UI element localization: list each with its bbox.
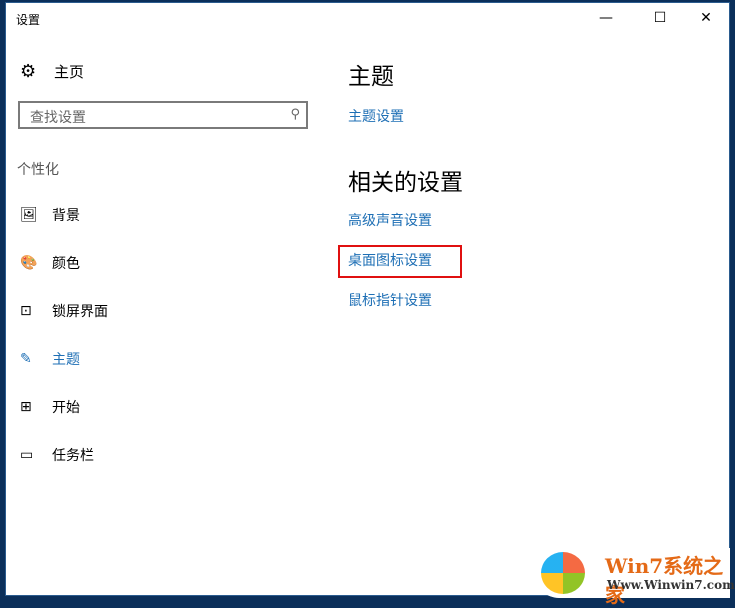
sidebar-item-lockscreen[interactable]: ⊡ 锁屏界面 <box>20 301 108 321</box>
theme-icon: ✎ <box>20 351 32 367</box>
palette-icon: 🎨 <box>20 255 38 271</box>
gear-icon: ⚙ <box>20 61 37 82</box>
settings-window: 设置 — ☐ ✕ ⚙ 主页 查找设置 ⚲ 个性化 🖼 背景 🎨 颜色 ⊡ 锁屏界面 ✎… <box>5 2 730 596</box>
section-label: 个性化 <box>17 162 59 178</box>
sidebar-home[interactable]: ⚙ 主页 <box>20 61 84 82</box>
start-icon: ⊞ <box>20 399 32 415</box>
window-title: 设置 <box>16 13 41 27</box>
close-button[interactable]: ✕ <box>683 3 729 33</box>
sidebar-item-themes[interactable]: ✎ 主题 <box>20 349 80 369</box>
page-title: 主题 <box>348 64 394 90</box>
picture-icon: 🖼 <box>20 207 38 223</box>
home-label: 主页 <box>54 63 85 81</box>
sidebar-item-label: 主题 <box>52 352 80 368</box>
related-settings-heading: 相关的设置 <box>348 170 463 196</box>
watermark-logo: Win7系统之家 Www.Winwin7.com <box>535 548 735 607</box>
taskbar-icon: ▭ <box>20 447 34 463</box>
theme-settings-link[interactable]: 主题设置 <box>348 106 404 126</box>
sidebar-item-label: 任务栏 <box>52 448 94 464</box>
sidebar-item-label: 背景 <box>52 208 80 224</box>
sidebar-item-label: 开始 <box>52 400 80 416</box>
highlight-box <box>338 245 462 278</box>
sound-settings-link[interactable]: 高级声音设置 <box>348 210 432 230</box>
sidebar-item-background[interactable]: 🖼 背景 <box>20 205 80 225</box>
sidebar-item-label: 锁屏界面 <box>52 304 108 320</box>
sidebar-item-label: 颜色 <box>52 256 80 272</box>
watermark-url: Www.Winwin7.com <box>607 578 735 592</box>
search-input[interactable]: 查找设置 ⚲ <box>18 101 308 129</box>
lockscreen-icon: ⊡ <box>20 303 32 319</box>
search-placeholder: 查找设置 <box>30 110 86 126</box>
sidebar-item-start[interactable]: ⊞ 开始 <box>20 397 80 417</box>
mouse-pointer-settings-link[interactable]: 鼠标指针设置 <box>348 290 432 310</box>
windows-logo-icon <box>541 552 585 594</box>
sidebar-item-colors[interactable]: 🎨 颜色 <box>20 253 80 273</box>
search-icon: ⚲ <box>290 107 300 122</box>
maximize-button[interactable]: ☐ <box>637 3 683 33</box>
sidebar-item-taskbar[interactable]: ▭ 任务栏 <box>20 445 94 465</box>
minimize-button[interactable]: — <box>583 3 629 33</box>
